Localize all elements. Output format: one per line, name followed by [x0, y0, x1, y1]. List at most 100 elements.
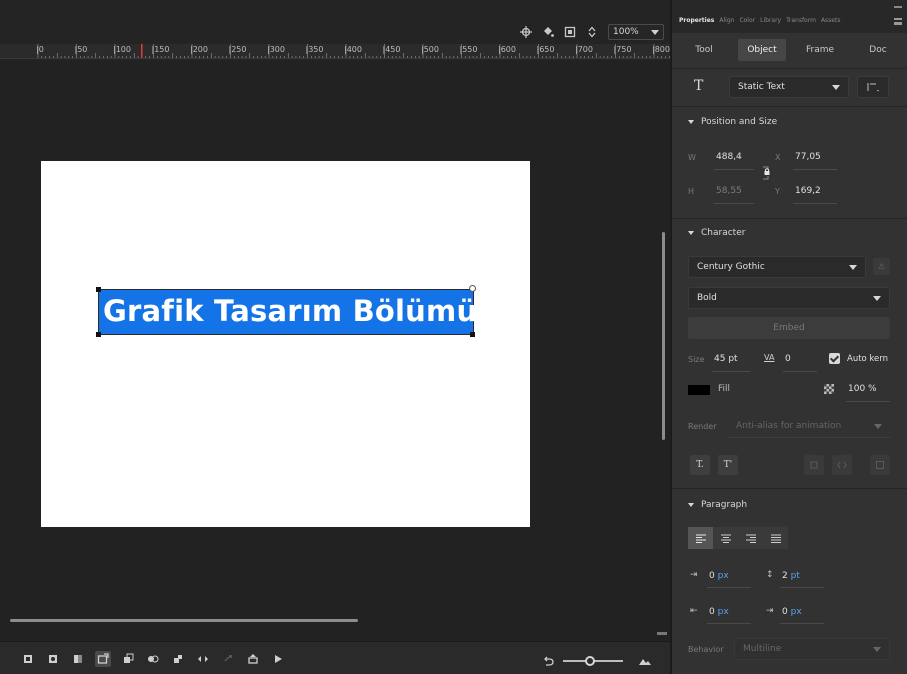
- text-orientation-icon: [867, 83, 879, 92]
- font-warning-icon[interactable]: ⚠: [873, 258, 890, 275]
- tab-frame[interactable]: Frame: [796, 39, 844, 61]
- timeline-tools: [20, 651, 286, 667]
- align-center-button[interactable]: [713, 527, 738, 549]
- tab-color[interactable]: Color: [739, 17, 755, 24]
- width-underline: [714, 169, 754, 170]
- slider-track[interactable]: [563, 656, 623, 666]
- character-heading[interactable]: Character: [688, 228, 745, 238]
- font-style-dropdown[interactable]: Bold: [688, 287, 890, 309]
- embed-button[interactable]: Embed: [688, 317, 890, 339]
- align-right-button[interactable]: [738, 527, 763, 549]
- right-margin-value[interactable]: 0 px: [782, 607, 802, 617]
- play-icon[interactable]: [270, 651, 286, 667]
- tab-tool[interactable]: Tool: [680, 39, 728, 61]
- divider: [672, 488, 907, 489]
- lock-icon[interactable]: [762, 166, 772, 180]
- left-margin-underline: [707, 623, 751, 624]
- tab-doc[interactable]: Doc: [854, 39, 902, 61]
- text-type-row: T Static Text: [672, 70, 907, 104]
- right-margin-underline: [780, 623, 824, 624]
- indent-value[interactable]: 0 px: [709, 571, 729, 581]
- height-underline: [714, 203, 754, 204]
- x-value[interactable]: 77,05: [795, 152, 821, 162]
- line-spacing-value[interactable]: 2 pt: [782, 571, 800, 581]
- undo-arrow-icon[interactable]: [541, 653, 557, 669]
- chevron-down-icon: [873, 647, 881, 652]
- width-value[interactable]: 488,4: [716, 152, 742, 162]
- clip-canvas-icon[interactable]: [564, 26, 576, 38]
- zoom-value: 100%: [613, 27, 639, 37]
- subscript-button[interactable]: T.: [690, 455, 710, 475]
- edit-multiple-frames-icon[interactable]: [170, 651, 186, 667]
- text-type-dropdown[interactable]: Static Text: [729, 76, 849, 98]
- selection-handle[interactable]: [96, 332, 101, 337]
- font-family-dropdown[interactable]: Century Gothic: [688, 256, 866, 278]
- position-size-heading[interactable]: Position and Size: [688, 117, 777, 127]
- mountains-icon[interactable]: [637, 653, 653, 669]
- tab-object[interactable]: Object: [738, 39, 786, 61]
- tab-align[interactable]: Align: [719, 17, 734, 24]
- slider-knob[interactable]: [585, 656, 595, 666]
- zoom-dropdown[interactable]: 100%: [608, 24, 664, 40]
- selection-handle[interactable]: [470, 332, 475, 337]
- export-icon[interactable]: [245, 651, 261, 667]
- align-left-button[interactable]: [688, 527, 713, 549]
- fill-color-swatch[interactable]: [688, 385, 710, 395]
- onion-skin-icon[interactable]: [120, 651, 136, 667]
- size-value[interactable]: 45 pt: [714, 354, 738, 364]
- ruler-label: |250: [228, 45, 247, 54]
- horizontal-scrollbar[interactable]: [10, 619, 358, 622]
- y-value[interactable]: 169,2: [795, 186, 821, 196]
- y-underline: [793, 203, 837, 204]
- behavior-value: Multiline: [743, 644, 782, 654]
- left-margin-value[interactable]: 0 px: [709, 607, 729, 617]
- layer-depth-icon[interactable]: [70, 651, 86, 667]
- border-button[interactable]: [870, 455, 890, 475]
- grip-icon[interactable]: [894, 6, 902, 8]
- view-controls: 100%: [520, 24, 664, 40]
- superscript-button[interactable]: T': [718, 455, 738, 475]
- ruler-label: |200: [190, 45, 208, 54]
- ruler-label: |650: [536, 45, 555, 54]
- render-dropdown[interactable]: Anti-alias for animation: [728, 416, 890, 438]
- camera-icon[interactable]: [95, 651, 111, 667]
- ruler-label: |50: [74, 45, 88, 54]
- selection-handle-circle[interactable]: [469, 285, 476, 292]
- loop-icon[interactable]: [195, 651, 211, 667]
- stage-area[interactable]: 100% |0 |50 |100 |150 |200 |250 |300 |350 |400 |4…: [0, 0, 670, 674]
- text-orientation-button[interactable]: [857, 76, 889, 98]
- add-layer-icon[interactable]: [20, 651, 36, 667]
- height-label: H: [688, 187, 695, 196]
- selected-text-box[interactable]: Grafik Tasarım Bölümü: [98, 289, 477, 335]
- tab-transform[interactable]: Transform: [786, 17, 816, 24]
- alpha-value[interactable]: 100 %: [848, 384, 877, 394]
- ruler-label: |550: [459, 45, 478, 54]
- timeline-zoom-slider[interactable]: [541, 653, 653, 669]
- paragraph-heading[interactable]: Paragraph: [688, 500, 747, 510]
- sync-icon[interactable]: [220, 651, 236, 667]
- justify-button[interactable]: [763, 527, 788, 549]
- crosshair-icon[interactable]: [520, 26, 532, 38]
- vertical-scrollbar[interactable]: [662, 232, 665, 440]
- render-label: Render: [688, 422, 717, 431]
- height-value[interactable]: 58,55: [716, 186, 742, 196]
- panel-grip[interactable]: [657, 632, 667, 635]
- ruler-ticks: [37, 44, 670, 58]
- stepper-arrows-icon[interactable]: [586, 26, 598, 38]
- stage-canvas[interactable]: [41, 161, 530, 527]
- paint-bucket-icon[interactable]: [542, 26, 554, 38]
- tab-properties[interactable]: Properties: [679, 17, 714, 24]
- selected-text[interactable]: Grafik Tasarım Bölümü: [103, 294, 477, 328]
- tab-library[interactable]: Library: [760, 17, 781, 24]
- onion-circles-icon[interactable]: [145, 651, 161, 667]
- chevron-down-icon: [688, 503, 694, 507]
- behavior-dropdown[interactable]: Multiline: [734, 638, 890, 660]
- selectable-text-button[interactable]: [804, 455, 824, 475]
- tab-assets[interactable]: Assets: [821, 17, 841, 24]
- html-render-button[interactable]: [832, 455, 852, 475]
- hamburger-menu-icon[interactable]: [894, 18, 902, 25]
- tracking-value[interactable]: 0: [785, 354, 791, 364]
- autokern-checkbox[interactable]: [829, 353, 840, 364]
- selection-handle[interactable]: [96, 287, 101, 292]
- add-folder-icon[interactable]: [45, 651, 61, 667]
